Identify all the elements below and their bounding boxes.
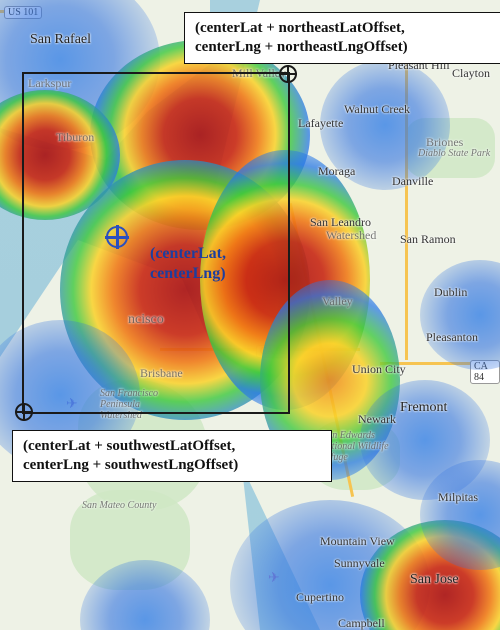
city-label: San Rafael	[30, 32, 91, 48]
city-label: Walnut Creek	[344, 102, 410, 117]
northeast-callout-text: (centerLat + northeastLatOffset,centerLn…	[195, 20, 408, 55]
city-label: Lafayette	[298, 116, 343, 131]
city-label: Diablo State Park	[418, 148, 498, 159]
city-label: San Mateo County	[82, 500, 162, 511]
city-label: Watershed	[326, 228, 376, 243]
city-label: Clayton	[452, 66, 490, 81]
city-label: San Jose	[410, 572, 459, 588]
city-label: Union City	[352, 362, 406, 377]
city-label: Dublin	[434, 285, 467, 300]
city-label: Pleasanton	[426, 330, 478, 345]
city-label: Fremont	[400, 400, 447, 416]
southwest-callout-text: (centerLat + southwestLatOffset,centerLn…	[23, 438, 238, 473]
city-label: Valley	[322, 294, 353, 309]
city-label: Milpitas	[438, 490, 478, 505]
northeast-callout: (centerLat + northeastLatOffset,centerLn…	[184, 12, 500, 64]
city-label: Campbell	[338, 616, 385, 630]
center-callout-text: (centerLat,centerLng)	[150, 245, 226, 282]
route-badge-101: US 101	[4, 6, 42, 19]
city-label: Danville	[392, 174, 433, 189]
center-callout: (centerLat,centerLng)	[140, 238, 236, 290]
city-label: Moraga	[318, 164, 355, 179]
corner-marker-sw	[15, 403, 33, 421]
city-label: Don Edwards National Wildlife Refuge	[320, 430, 400, 463]
city-label: Mountain View	[320, 534, 395, 549]
city-label: San Ramon	[400, 232, 456, 247]
airport-icon: ✈	[268, 570, 280, 587]
map-container[interactable]: US 101 CA 92 CA 84 ✈ ✈ San RafaelLarkspu…	[0, 0, 500, 630]
route-badge-84: CA 84	[470, 360, 500, 384]
center-marker-icon	[106, 226, 128, 248]
city-label: Cupertino	[296, 590, 344, 605]
corner-marker-ne	[279, 65, 297, 83]
city-label: Newark	[358, 412, 396, 427]
southwest-callout: (centerLat + southwestLatOffset,centerLn…	[12, 430, 332, 482]
city-label: Sunnyvale	[334, 556, 385, 571]
